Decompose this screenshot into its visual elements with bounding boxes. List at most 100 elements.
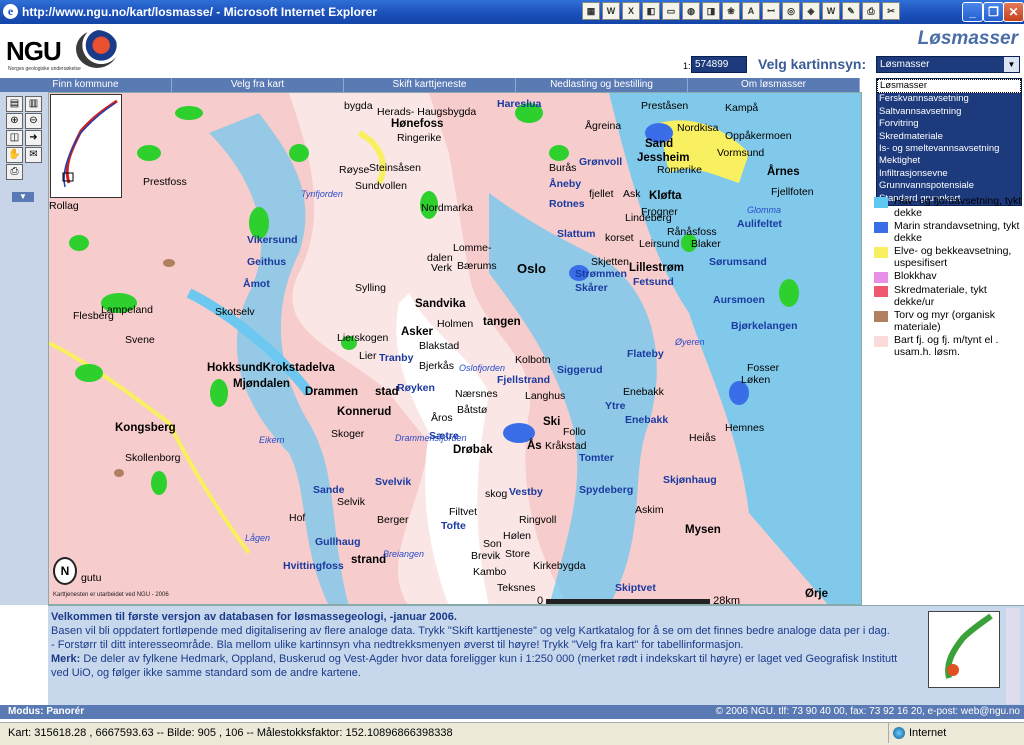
scale-bar-line	[546, 598, 711, 604]
place-label: Jessheim	[637, 152, 690, 164]
scale-input[interactable]: 574899	[691, 56, 747, 73]
status-coordinates: Kart: 315618.28 , 6667593.63 -- Bilde: 9…	[8, 727, 453, 739]
dropdown-option[interactable]: Infiltrasjonsevne	[877, 168, 1021, 180]
place-label: Drammensfjorden	[395, 433, 467, 443]
place-label: Hvittingfoss	[283, 560, 344, 572]
place-label: Aulifeltet	[737, 218, 782, 230]
footer-bar: Modus: Panorér © 2006 NGU. tlf: 73 90 40…	[0, 705, 1024, 719]
legend-label: Hav- og fjordavsetning, tykt dekke	[894, 195, 1022, 219]
place-label: Follo	[563, 426, 586, 438]
dropdown-option[interactable]: Saltvannsavsetning	[877, 106, 1021, 118]
full-extent-icon[interactable]: ◫	[6, 130, 23, 146]
app-icon[interactable]: ◨	[702, 2, 720, 20]
place-label: Oslofjorden	[459, 363, 506, 373]
pan-icon[interactable]: ✋	[6, 147, 23, 163]
zoom-in-icon[interactable]: ⊕	[6, 113, 23, 129]
app-icon[interactable]: ◈	[802, 2, 820, 20]
legend-swatch	[874, 222, 888, 233]
place-label: Spydeberg	[579, 484, 634, 496]
view-dropdown-list[interactable]: Løsmasser Ferskvannsavsetning Saltvannsavs…	[876, 78, 1022, 207]
dropdown-option[interactable]: Skredmateriale	[877, 131, 1021, 143]
dropdown-option[interactable]: Mektighet	[877, 155, 1021, 167]
place-label: Grønvoll	[579, 156, 623, 168]
place-label: fjellet	[589, 188, 614, 200]
place-label: tangen	[483, 316, 521, 328]
view-select[interactable]: Løsmasser ▼	[876, 56, 1020, 73]
toolbar-expand-icon[interactable]: ▼	[12, 192, 34, 202]
right-panel: Løsmasser Ferskvannsavsetning Saltvannsavs…	[862, 78, 1024, 605]
word-icon[interactable]: W	[602, 2, 620, 20]
scale-end: 28km	[713, 595, 741, 605]
place-label: Ytre	[605, 400, 626, 412]
place-label: Strømmen	[575, 268, 627, 280]
place-label: Holmen	[437, 318, 474, 330]
app-icon[interactable]: ❀	[722, 2, 740, 20]
app-icon[interactable]: ◎	[782, 2, 800, 20]
print-icon[interactable]: ⎙	[6, 164, 23, 180]
index-map[interactable]	[928, 611, 1000, 688]
legend-label: Skredmateriale, tykt dekke/ur	[894, 284, 987, 308]
place-label: Rånåsfoss	[667, 226, 717, 238]
info-scrollbar[interactable]	[1006, 608, 1020, 704]
back-icon[interactable]: ➜	[25, 130, 42, 146]
place-label: Lindeberg	[625, 212, 672, 224]
close-button[interactable]: ✕	[1003, 2, 1024, 22]
dropdown-option[interactable]: Grunnvannspotensiale	[877, 180, 1021, 192]
app-icon[interactable]: ▦	[582, 2, 600, 20]
ngu-logo-swirl-icon	[76, 30, 118, 68]
legend-item: Elve- og bekkeavsetning, uspesifisert	[874, 245, 1022, 269]
dropdown-option[interactable]: Is- og smeltevannsavsetning	[877, 143, 1021, 155]
place-label: Teksnes	[497, 582, 536, 594]
word-icon[interactable]: W	[822, 2, 840, 20]
place-label: Kløfta	[649, 190, 682, 202]
nav-nedlasting[interactable]: Nedlasting og bestilling	[516, 78, 688, 92]
place-label: Sundvollen	[355, 180, 407, 192]
place-label: Sandvika	[415, 298, 466, 310]
zoom-out-icon[interactable]: ⊖	[25, 113, 42, 129]
dropdown-option[interactable]: Løsmasser	[877, 79, 1021, 94]
app-icon[interactable]: ◧	[642, 2, 660, 20]
map-credit: Karttjenesten er utarbeidet ved NGU - 20…	[53, 592, 169, 598]
excel-icon[interactable]: X	[622, 2, 640, 20]
browser-statusbar: Kart: 315618.28 , 6667593.63 -- Bilde: 9…	[0, 722, 1024, 745]
app-icon[interactable]: ꟷ	[762, 2, 780, 20]
app-icon[interactable]: ✎	[842, 2, 860, 20]
dropdown-option[interactable]: Ferskvannsavsetning	[877, 93, 1021, 105]
place-label: Kolbotn	[515, 354, 551, 366]
maximize-button[interactable]: ❐	[983, 2, 1004, 22]
folder-icon[interactable]: ▭	[662, 2, 680, 20]
place-label: Steinsåsen	[369, 162, 421, 174]
email-icon[interactable]: ✉	[25, 147, 42, 163]
place-label: Tyrifjorden	[301, 189, 343, 199]
map-canvas[interactable]: bygda Herads- Haugsbygda Hønefoss Ringerike…	[48, 92, 862, 605]
map-legend: Hav- og fjordavsetning, tykt dekke Marin …	[874, 195, 1022, 360]
nav-skift-karttjeneste[interactable]: Skift karttjeneste	[344, 78, 516, 92]
globe-icon[interactable]: ◍	[682, 2, 700, 20]
minimize-button[interactable]: _	[962, 2, 983, 22]
place-label: Åmot	[243, 278, 270, 290]
info-merk: Merk: De deler av fylkene Hedmark, Oppla…	[51, 652, 911, 680]
legend-swatch	[874, 336, 888, 347]
app-icon[interactable]: ✂	[882, 2, 900, 20]
pdf-icon[interactable]: A	[742, 2, 760, 20]
mode-indicator: Modus: Panorér	[8, 706, 85, 717]
info-heading: Velkommen til første versjon av database…	[51, 611, 457, 623]
nav-om-losmasser[interactable]: Om løsmasser	[688, 78, 860, 92]
place-label: Glomma	[747, 205, 782, 215]
nav-velg-fra-kart[interactable]: Velg fra kart	[172, 78, 344, 92]
place-label: Ørje	[805, 588, 829, 600]
dropdown-option[interactable]: Forvitring	[877, 118, 1021, 130]
chevron-down-icon[interactable]: ▼	[1004, 57, 1019, 72]
internet-zone-icon	[893, 727, 905, 739]
nav-finn-kommune[interactable]: Finn kommune	[0, 78, 172, 92]
place-label: Vestby	[509, 486, 543, 498]
legend-icon[interactable]: ▥	[25, 96, 42, 112]
app-icon[interactable]: ⎙	[862, 2, 880, 20]
place-label: Hemnes	[725, 422, 765, 434]
overview-map[interactable]	[50, 94, 122, 198]
place-label: Asker	[401, 326, 433, 338]
layers-icon[interactable]: ▤	[6, 96, 23, 112]
place-label: Heiås	[689, 432, 716, 444]
place-label: Geithus	[247, 256, 287, 268]
ngu-logo[interactable]: NGU	[6, 36, 62, 67]
